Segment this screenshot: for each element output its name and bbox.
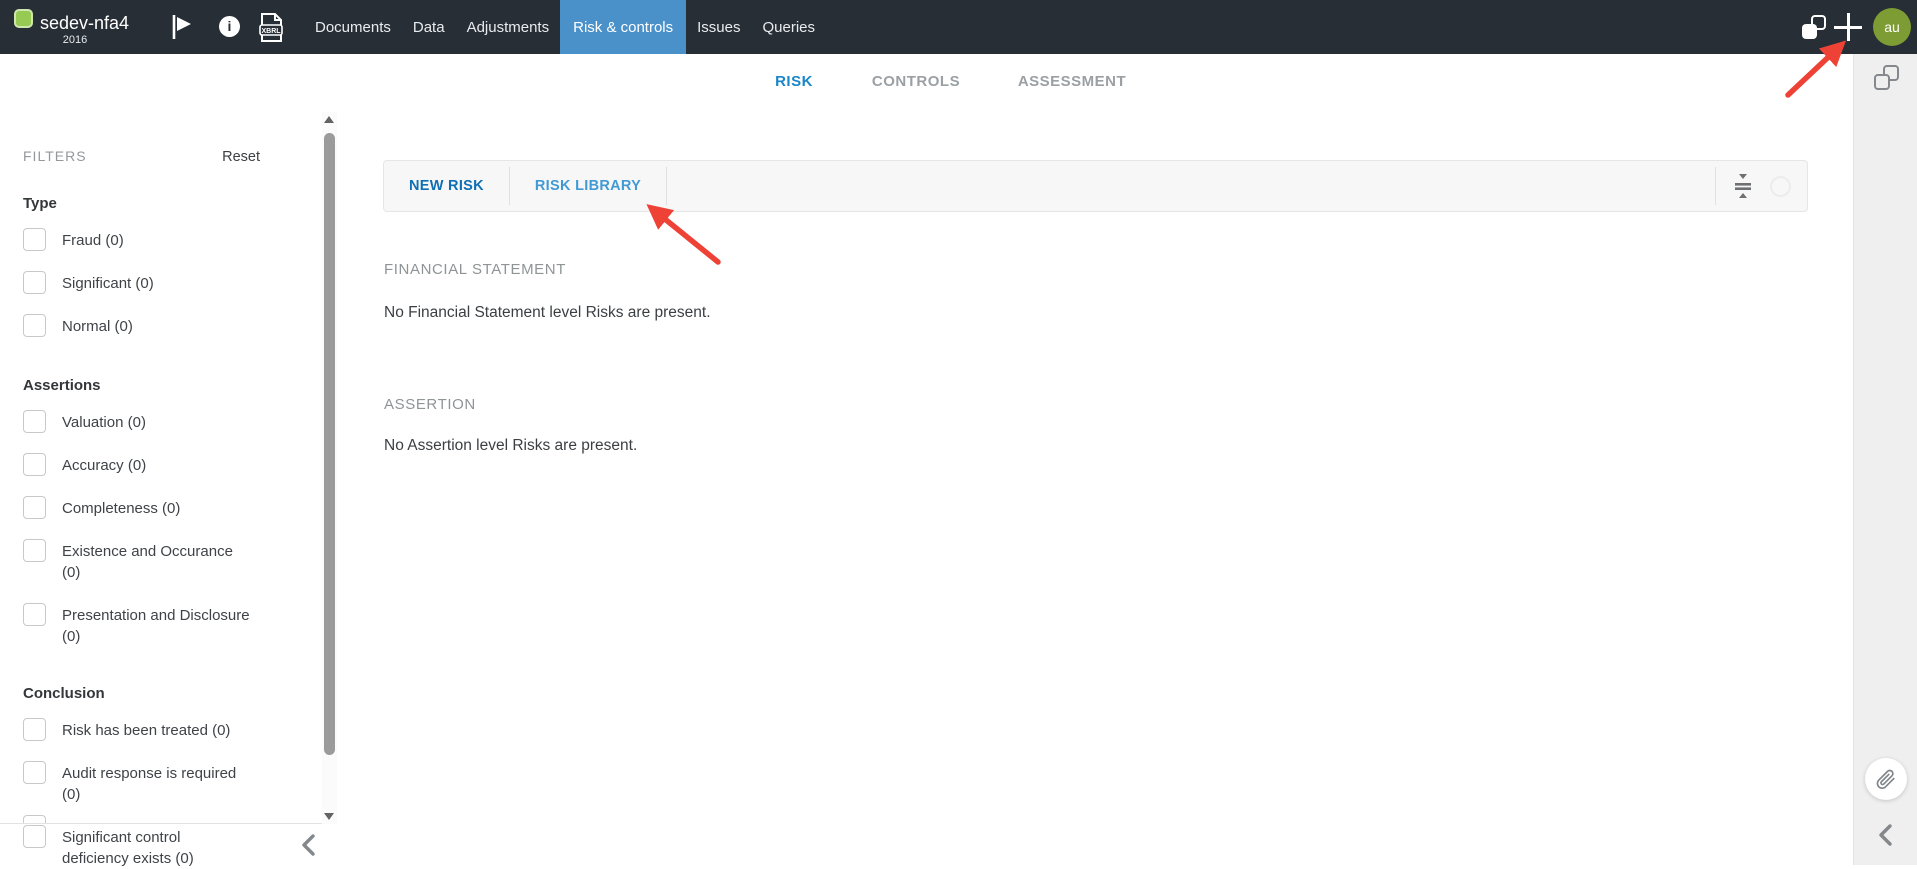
financial-statement-section-title: FINANCIAL STATEMENT (384, 261, 566, 278)
copy-icon-front (1802, 24, 1817, 39)
checkbox[interactable] (23, 314, 46, 337)
svg-text:XBRL: XBRL (261, 28, 281, 35)
assertion-section-title: ASSERTION (384, 396, 476, 413)
top-bar: sedev-nfa4 2016 i XBRL Documents Data Ad… (0, 0, 1917, 54)
filters-title: FILTERS (23, 148, 87, 164)
status-circle-icon[interactable] (1770, 176, 1791, 197)
risk-toolbar: NEW RISK RISK LIBRARY (383, 160, 1808, 212)
filter-option-fraud[interactable]: Fraud (0) (23, 228, 300, 251)
info-icon[interactable]: i (219, 16, 240, 37)
tab-controls[interactable]: CONTROLS (846, 54, 986, 108)
financial-statement-empty-text: No Financial Statement level Risks are p… (384, 304, 711, 322)
filters-reset-button[interactable]: Reset (222, 149, 260, 165)
nav-item-adjustments[interactable]: Adjustments (456, 0, 561, 54)
checkbox[interactable] (23, 271, 46, 294)
tab-assessment[interactable]: ASSESSMENT (986, 54, 1158, 108)
new-risk-button[interactable]: NEW RISK (384, 178, 509, 194)
flag-icon[interactable] (170, 14, 194, 40)
panel-divider (0, 823, 337, 824)
filter-label: Accuracy (0) (62, 453, 146, 476)
checkbox[interactable] (23, 496, 46, 519)
filter-option-normal[interactable]: Normal (0) (23, 314, 300, 337)
toolbar-divider (1715, 167, 1716, 205)
filter-group-conclusion: Conclusion (23, 685, 300, 702)
scrollbar-thumb[interactable] (324, 133, 335, 755)
filter-option-completeness[interactable]: Completeness (0) (23, 496, 300, 519)
filter-label: Existence and Occurance (0) (62, 539, 252, 583)
checkbox[interactable] (23, 825, 46, 848)
filter-label: Completeness (0) (62, 496, 180, 519)
collapse-all-icon[interactable] (1730, 173, 1756, 199)
copy-icon-front (1874, 74, 1890, 90)
main-nav: Documents Data Adjustments Risk & contro… (304, 0, 826, 54)
risk-controls-tabbar: RISK CONTROLS ASSESSMENT (0, 54, 1853, 110)
scroll-down-arrow-icon[interactable] (324, 813, 334, 820)
nav-item-issues[interactable]: Issues (686, 0, 751, 54)
filter-label: Fraud (0) (62, 228, 124, 251)
filter-group-assertions: Assertions (23, 377, 300, 394)
filter-label: Valuation (0) (62, 410, 146, 433)
checkbox[interactable] (23, 761, 46, 784)
avatar[interactable]: au (1873, 8, 1911, 46)
filter-label: Risk has been treated (0) (62, 718, 230, 741)
checkbox-partially-visible[interactable] (23, 815, 46, 823)
tab-risk[interactable]: RISK (742, 54, 846, 108)
filter-group-type: Type (23, 195, 300, 212)
filter-option-presentation-disclosure[interactable]: Presentation and Disclosure (0) (23, 603, 300, 647)
xbrl-icon[interactable]: XBRL (258, 13, 284, 42)
filters-scrollbar[interactable] (322, 112, 337, 824)
filter-label: Significant control deficiency exists (0… (62, 825, 232, 869)
filter-option-audit-response[interactable]: Audit response is required (0) (23, 761, 300, 805)
filter-option-significant[interactable]: Significant (0) (23, 271, 300, 294)
paperclip-icon (1875, 768, 1897, 790)
documents-copy-icon[interactable] (1874, 65, 1899, 90)
app-logo (14, 9, 33, 28)
filter-label: Normal (0) (62, 314, 133, 337)
filter-option-valuation[interactable]: Valuation (0) (23, 410, 300, 433)
attachments-button[interactable] (1865, 758, 1907, 800)
engagement-year: 2016 (40, 34, 110, 46)
filter-option-accuracy[interactable]: Accuracy (0) (23, 453, 300, 476)
assertion-empty-text: No Assertion level Risks are present. (384, 437, 637, 455)
nav-item-documents[interactable]: Documents (304, 0, 402, 54)
checkbox[interactable] (23, 603, 46, 626)
checkbox[interactable] (23, 453, 46, 476)
checkbox[interactable] (23, 228, 46, 251)
copy-icon[interactable] (1802, 15, 1826, 39)
filter-label: Significant (0) (62, 271, 154, 294)
nav-item-risk-and-controls[interactable]: Risk & controls (560, 0, 686, 54)
toolbar-divider (666, 167, 667, 205)
filter-option-risk-treated[interactable]: Risk has been treated (0) (23, 718, 300, 741)
checkbox[interactable] (23, 410, 46, 433)
checkbox[interactable] (23, 718, 46, 741)
scroll-up-arrow-icon[interactable] (324, 116, 334, 123)
collapse-right-rail-chevron-icon[interactable] (1873, 822, 1899, 848)
nav-item-data[interactable]: Data (402, 0, 456, 54)
filter-option-control-deficiency[interactable]: Significant control deficiency exists (0… (23, 825, 300, 869)
filter-label: Audit response is required (0) (62, 761, 252, 805)
checkbox[interactable] (23, 539, 46, 562)
filter-option-existence-occurance[interactable]: Existence and Occurance (0) (23, 539, 300, 583)
filters-panel: FILTERS Reset Type Fraud (0) Significant… (0, 54, 337, 865)
filter-label: Presentation and Disclosure (0) (62, 603, 252, 647)
collapse-filters-chevron-icon[interactable] (296, 832, 322, 858)
nav-item-queries[interactable]: Queries (752, 0, 827, 54)
right-sidebar (1853, 54, 1917, 865)
add-icon[interactable] (1832, 11, 1864, 43)
risk-library-button[interactable]: RISK LIBRARY (510, 178, 666, 194)
engagement-name: sedev-nfa4 (40, 13, 129, 34)
